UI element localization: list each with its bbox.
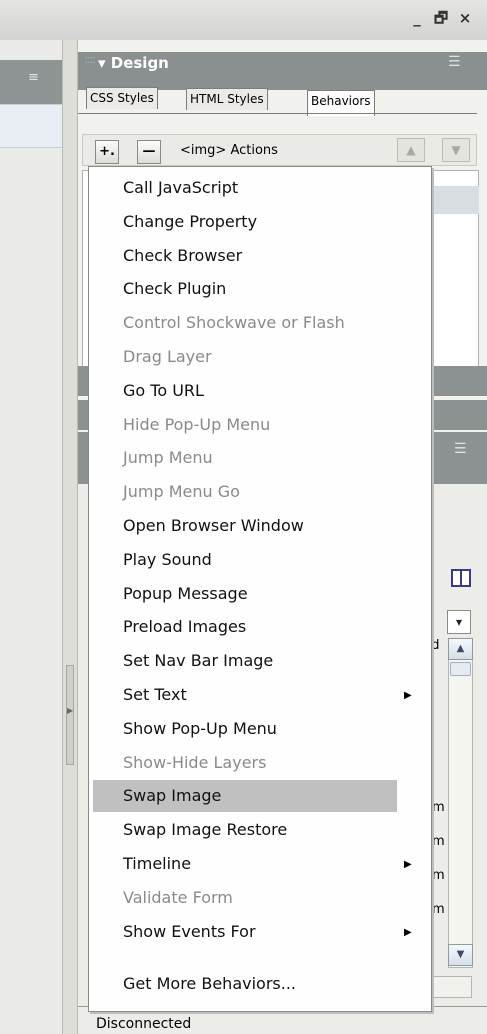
submenu-arrow-icon: ▶ xyxy=(404,859,412,870)
menu-item-label: Show Pop-Up Menu xyxy=(123,718,277,738)
menu-item-label: Call JavaScript xyxy=(123,178,239,197)
menu-item-drag-layer[interactable]: Drag Layer xyxy=(89,341,431,373)
menu-item-label: Validate Form xyxy=(123,887,233,907)
add-behavior-button[interactable]: +. xyxy=(95,140,119,164)
gripper-icon[interactable]: ⁚⁚⁚⁚ xyxy=(85,57,95,84)
document-tab-strip xyxy=(0,104,62,148)
menu-item-label: Timeline xyxy=(123,854,192,873)
menu-item-label: Set Text xyxy=(123,685,187,704)
menu-item-show-events-for[interactable]: Show Events For xyxy=(89,916,431,948)
tab-underline xyxy=(78,113,477,114)
list-item-text: m xyxy=(432,834,445,849)
panel-splitter[interactable] xyxy=(62,40,78,1034)
menu-item-label: Open Browser Window xyxy=(123,516,304,535)
menu-item-change-property[interactable]: Change Property xyxy=(89,206,431,238)
submenu-arrow-icon: ▶ xyxy=(404,690,412,701)
connection-status: Disconnected xyxy=(96,1016,192,1032)
scroll-up-button[interactable]: ▲ xyxy=(448,638,473,660)
menu-separator xyxy=(96,907,420,908)
design-panel-title[interactable]: ▾ Design xyxy=(98,54,169,72)
menu-item-control-shockwave-or-flash[interactable]: Control Shockwave or Flash xyxy=(89,307,431,339)
menu-item-popup-message[interactable]: Popup Message xyxy=(89,578,431,610)
move-up-button[interactable]: ▲ xyxy=(397,138,425,162)
menu-item-open-browser-window[interactable]: Open Browser Window xyxy=(89,510,431,542)
menu-item-check-browser[interactable]: Check Browser xyxy=(89,240,431,272)
menu-item-label: Jump Menu Go xyxy=(123,482,240,502)
menu-item-call-javascript[interactable]: Call JavaScript xyxy=(89,172,431,204)
menu-item-label: Check Browser xyxy=(123,245,243,265)
menu-item-label: Change Property xyxy=(123,211,258,231)
menu-item-timeline[interactable]: Timeline xyxy=(89,848,431,880)
menu-item-swap-image[interactable]: Swap Image xyxy=(93,780,397,813)
menu-item-label: Go To URL xyxy=(123,380,204,400)
scroll-down-button[interactable]: ▼ xyxy=(448,944,473,966)
menu-item-label: Swap Image xyxy=(123,786,222,806)
menu-item-play-sound[interactable]: Play Sound xyxy=(89,544,431,576)
menu-item-jump-menu-go[interactable]: Jump Menu Go xyxy=(89,476,431,508)
menu-item-hide-pop-up-menu[interactable]: Hide Pop-Up Menu xyxy=(89,409,431,441)
layout-view-icon[interactable] xyxy=(451,569,471,587)
menu-item-label: Hide Pop-Up Menu xyxy=(123,414,271,434)
remove-behavior-button[interactable]: — xyxy=(137,140,161,164)
menu-item-validate-form[interactable]: Validate Form xyxy=(89,882,431,914)
menu-item-show-pop-up-menu[interactable]: Show Pop-Up Menu xyxy=(89,713,431,745)
minimize-button[interactable]: _ xyxy=(407,7,427,29)
menu-item-swap-image-restore[interactable]: Swap Image Restore xyxy=(89,814,431,846)
menu-item-label: Jump Menu xyxy=(123,448,213,468)
menu-separator xyxy=(96,959,420,960)
menu-item-label: Get More Behaviors... xyxy=(123,974,296,993)
menu-item-label: Drag Layer xyxy=(123,347,212,366)
menu-item-label: Check Plugin xyxy=(123,279,227,299)
menu-item-label: Play Sound xyxy=(123,549,212,569)
menu-item-go-to-url[interactable]: Go To URL xyxy=(89,375,431,407)
move-down-button[interactable]: ▼ xyxy=(442,138,470,162)
menu-item-jump-menu[interactable]: Jump Menu xyxy=(89,442,431,474)
menu-item-label: Show Events For xyxy=(123,922,256,941)
options-menu-icon[interactable]: ☰ xyxy=(454,441,467,457)
menu-item-show-hide-layers[interactable]: Show-Hide Layers xyxy=(89,747,431,779)
collapse-panel-handle[interactable]: ▶ xyxy=(66,665,74,765)
menu-item-label: Control Shockwave or Flash xyxy=(123,313,345,333)
menu-item-set-nav-bar-image[interactable]: Set Nav Bar Image xyxy=(89,645,431,677)
list-item-text: m xyxy=(432,800,445,815)
triangle-right-icon: ▶ xyxy=(67,706,74,715)
menu-item-preload-images[interactable]: Preload Images xyxy=(89,611,431,643)
menu-item-check-plugin[interactable]: Check Plugin xyxy=(89,273,431,305)
submenu-arrow-icon: ▶ xyxy=(404,927,412,938)
selected-behavior-row[interactable] xyxy=(432,186,479,214)
menu-item-label: Popup Message xyxy=(123,583,248,603)
options-menu-icon[interactable]: ☰ xyxy=(448,54,461,70)
actions-label: <img> Actions xyxy=(180,143,278,158)
menu-item-get-more-behaviors[interactable]: Get More Behaviors... xyxy=(89,968,431,1000)
menu-item-label: Set Nav Bar Image xyxy=(123,651,274,671)
list-item-text: m xyxy=(432,902,445,917)
menu-item-set-text[interactable]: Set Text xyxy=(89,679,431,711)
vertical-scrollbar[interactable] xyxy=(448,638,473,968)
menu-item-label: Swap Image Restore xyxy=(123,820,288,840)
scroll-thumb[interactable] xyxy=(450,662,471,676)
tab-css-styles[interactable]: CSS Styles xyxy=(86,87,158,109)
tab-html-styles[interactable]: HTML Styles xyxy=(186,88,268,110)
options-menu-icon[interactable]: ≡ xyxy=(28,70,46,88)
dropdown-button[interactable]: ▾ xyxy=(447,610,471,634)
list-item-text: m xyxy=(432,868,445,883)
menu-item-label: Preload Images xyxy=(123,617,247,637)
close-button[interactable]: × xyxy=(455,7,475,29)
document-area xyxy=(0,40,62,1034)
menu-item-label: Show-Hide Layers xyxy=(123,752,267,772)
restore-button[interactable]: 🗗 xyxy=(431,7,451,29)
